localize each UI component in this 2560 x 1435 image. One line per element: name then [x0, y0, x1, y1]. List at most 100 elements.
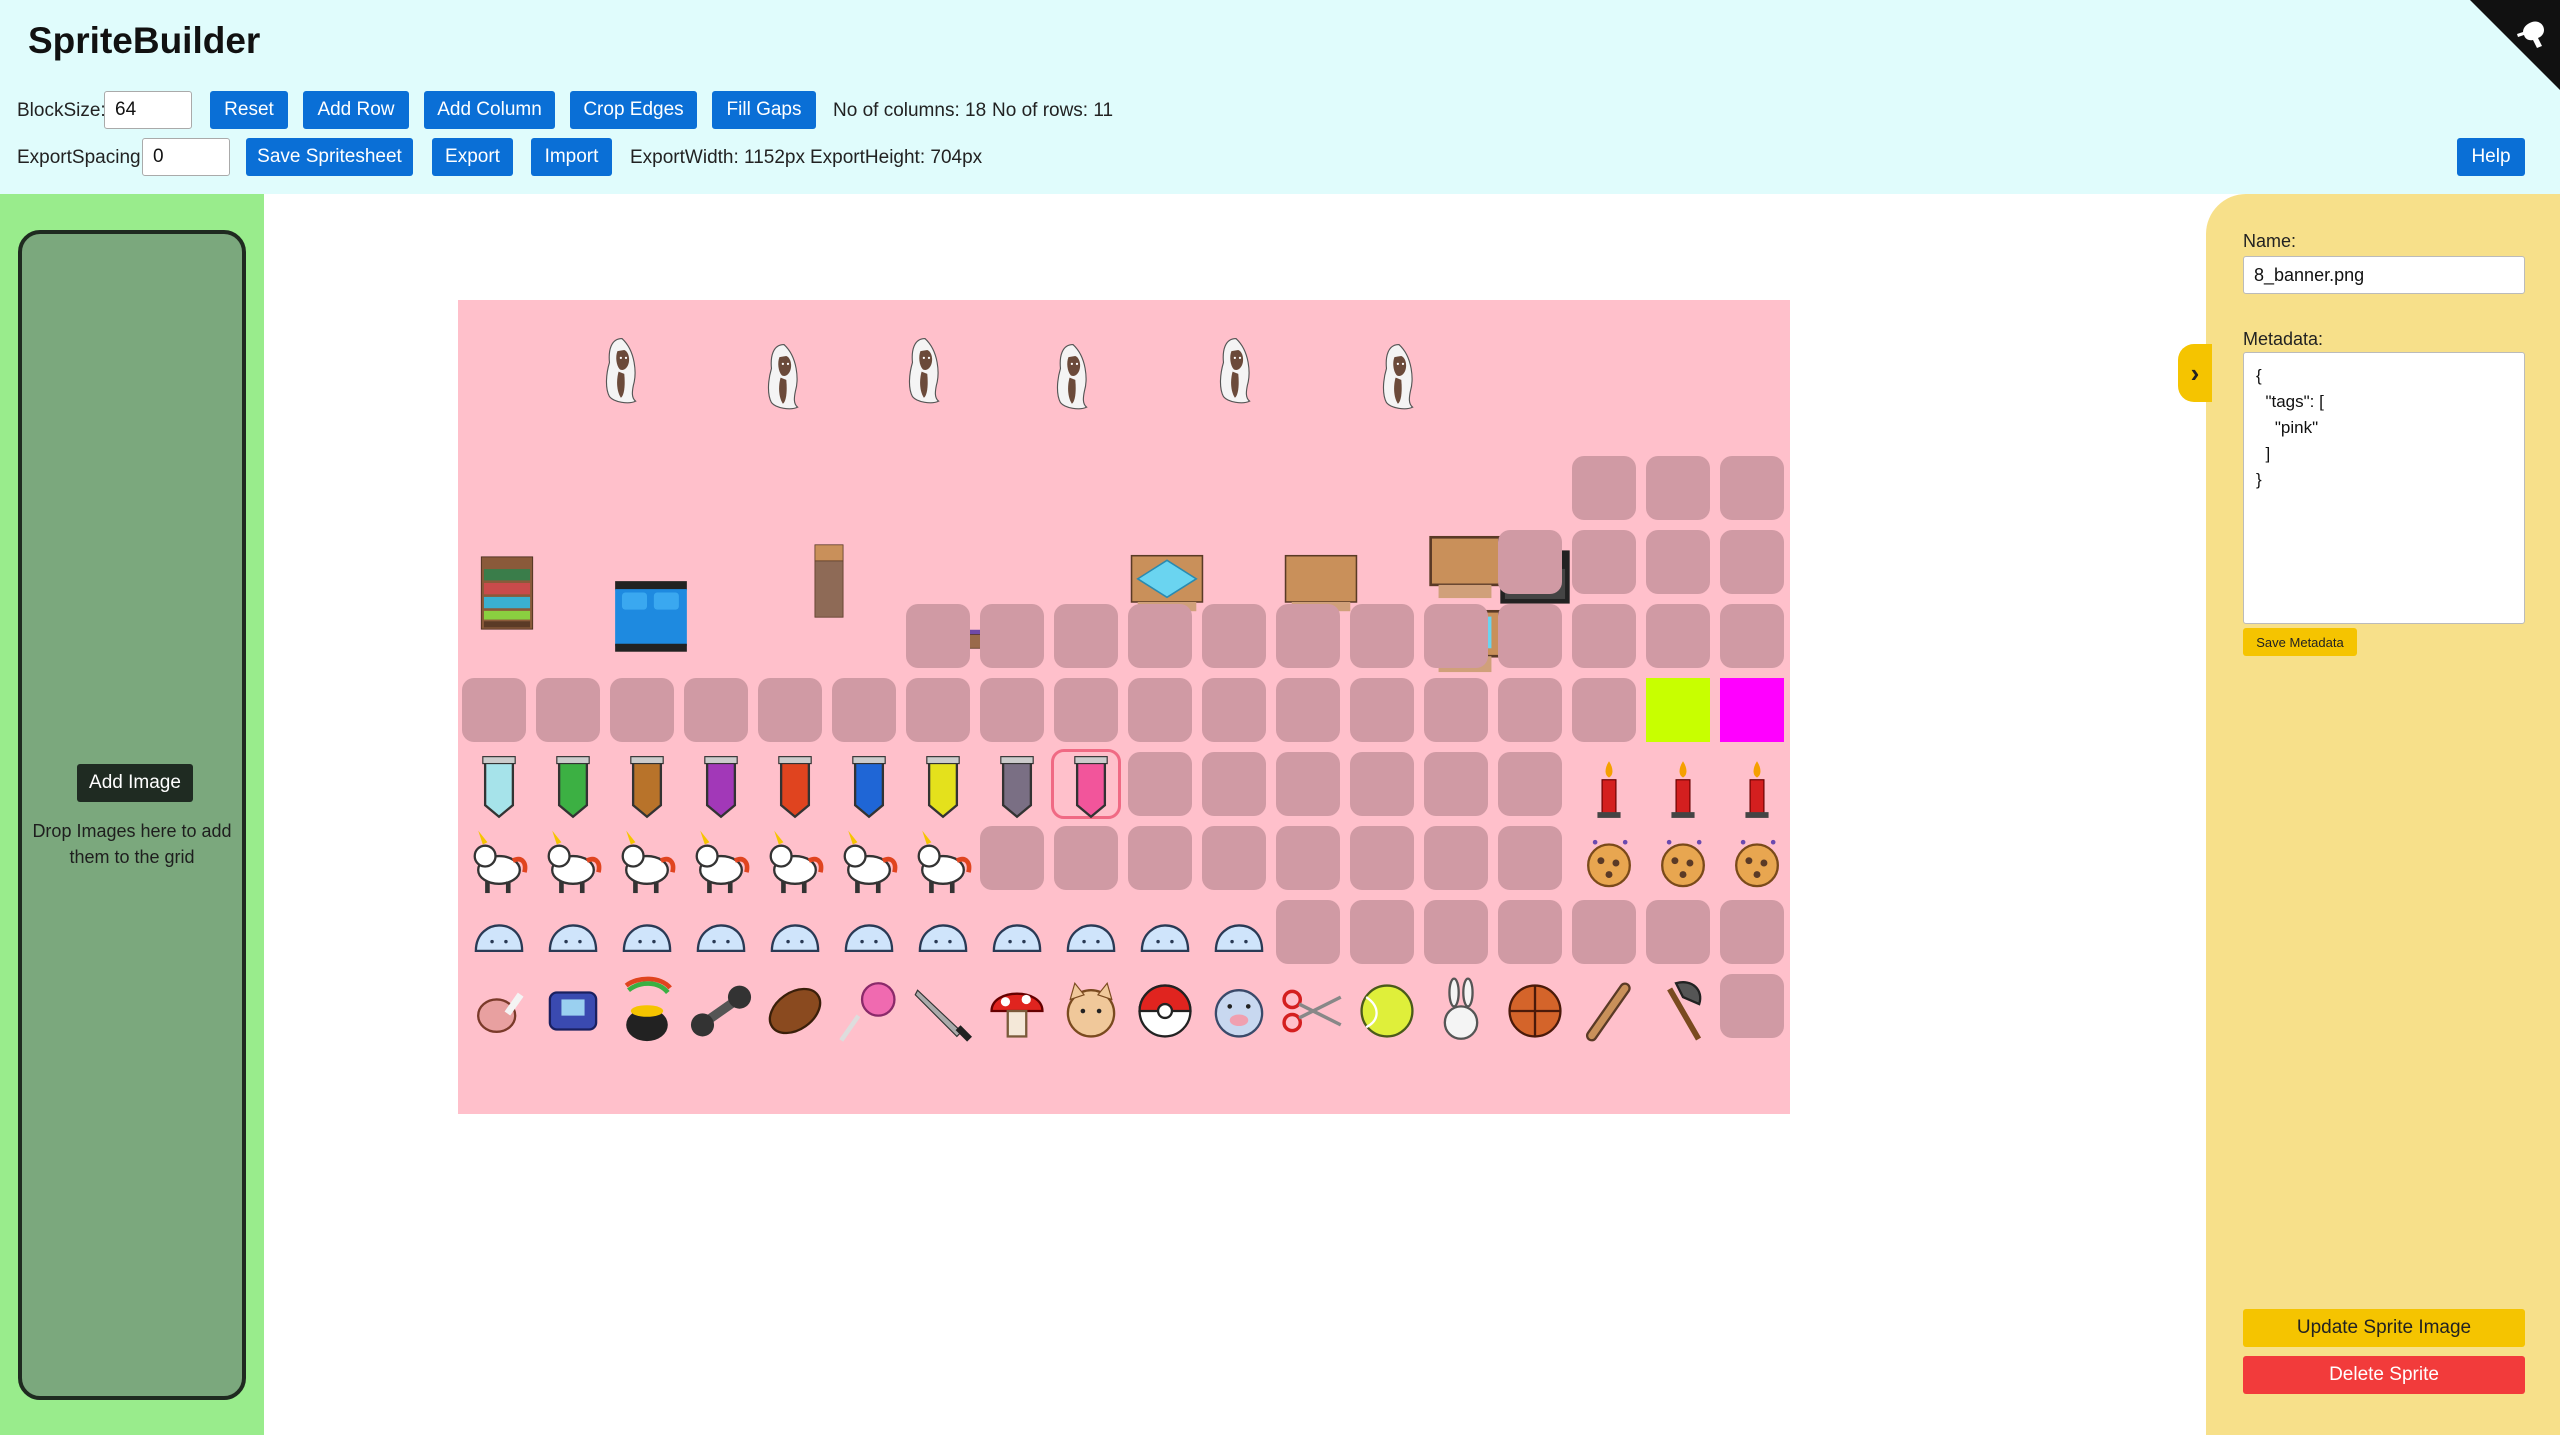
empty-cell[interactable] [1276, 826, 1340, 890]
empty-cell[interactable] [1350, 604, 1414, 668]
empty-cell[interactable] [1350, 678, 1414, 742]
unicorn-sprite[interactable] [832, 826, 898, 894]
empty-cell[interactable] [1498, 752, 1562, 816]
football-icon[interactable] [758, 974, 822, 1038]
empty-cell[interactable] [1054, 604, 1118, 668]
empty-cell[interactable] [1572, 678, 1636, 742]
empty-cell[interactable] [1128, 826, 1192, 890]
empty-cell[interactable] [1424, 678, 1488, 742]
cookie-sprite[interactable] [1720, 826, 1784, 890]
pokeball-icon[interactable] [1128, 974, 1192, 1038]
empty-cell[interactable] [610, 678, 674, 742]
empty-cell[interactable] [1646, 900, 1710, 964]
bunny-icon[interactable] [1424, 974, 1488, 1040]
update-sprite-image-button[interactable]: Update Sprite Image [2243, 1309, 2525, 1347]
empty-cell[interactable] [1128, 678, 1192, 742]
empty-cell[interactable] [1350, 826, 1414, 890]
drop-zone[interactable]: Add Image Drop Images here to add them t… [18, 230, 246, 1400]
empty-cell[interactable] [1276, 752, 1340, 816]
slime-sprite[interactable] [536, 900, 600, 964]
banner-sprite[interactable] [906, 752, 970, 819]
banner-sprite[interactable] [610, 752, 674, 819]
color-block-lime[interactable] [1646, 678, 1710, 742]
pot-of-gold-icon[interactable] [610, 974, 674, 1042]
nightstand-sprite[interactable] [1428, 532, 1501, 599]
ghost-sprite[interactable] [1362, 340, 1442, 470]
ghost-sprite[interactable] [1199, 334, 1279, 464]
empty-cell[interactable] [1054, 826, 1118, 890]
knife-icon[interactable] [906, 974, 972, 1042]
fill-gaps-button[interactable]: Fill Gaps [712, 91, 816, 129]
empty-cell[interactable] [1498, 826, 1562, 890]
slime-sprite[interactable] [1054, 900, 1118, 964]
lollipop-icon[interactable] [832, 974, 896, 1042]
candle-sprite[interactable] [1646, 752, 1710, 818]
banner-sprite[interactable] [980, 752, 1044, 819]
ghost-sprite[interactable] [888, 334, 968, 464]
delete-sprite-button[interactable]: Delete Sprite [2243, 1356, 2525, 1394]
slime-sprite[interactable] [758, 900, 822, 964]
slime-sprite[interactable] [906, 900, 970, 964]
empty-cell[interactable] [1498, 604, 1562, 668]
empty-cell[interactable] [1424, 604, 1488, 668]
basketball-icon[interactable] [1498, 974, 1562, 1038]
unicorn-sprite[interactable] [462, 826, 528, 894]
empty-cell[interactable] [1276, 604, 1340, 668]
empty-cell[interactable] [1424, 900, 1488, 964]
empty-cell[interactable] [1720, 974, 1784, 1038]
empty-cell[interactable] [1202, 752, 1266, 816]
slime-sprite[interactable] [832, 900, 896, 964]
tennis-ball-icon[interactable] [1350, 974, 1414, 1038]
empty-cell[interactable] [758, 678, 822, 742]
metadata-textarea[interactable]: { "tags": [ "pink" ] } [2243, 352, 2525, 624]
save-spritesheet-button[interactable]: Save Spritesheet [246, 138, 413, 176]
empty-cell[interactable] [1720, 456, 1784, 520]
empty-cell[interactable] [1276, 678, 1340, 742]
empty-cell[interactable] [1572, 456, 1636, 520]
help-button[interactable]: Help [2457, 138, 2525, 176]
reset-button[interactable]: Reset [210, 91, 288, 129]
unicorn-sprite[interactable] [906, 826, 972, 894]
slime-sprite[interactable] [1202, 900, 1266, 964]
empty-cell[interactable] [1128, 752, 1192, 816]
gameboy-icon[interactable] [536, 974, 600, 1038]
ghost-sprite[interactable] [1036, 340, 1116, 470]
empty-cell[interactable] [980, 826, 1044, 890]
empty-cell[interactable] [1646, 456, 1710, 520]
github-corner-icon[interactable] [2470, 0, 2560, 90]
unicorn-sprite[interactable] [758, 826, 824, 894]
scissors-icon[interactable] [1276, 974, 1342, 1038]
empty-cell[interactable] [1572, 900, 1636, 964]
empty-cell[interactable] [1572, 604, 1636, 668]
axe-icon[interactable] [1646, 974, 1710, 1041]
crop-edges-button[interactable]: Crop Edges [570, 91, 697, 129]
ghost-sprite[interactable] [747, 340, 827, 470]
cookie-sprite[interactable] [1572, 826, 1636, 890]
empty-cell[interactable] [1498, 678, 1562, 742]
empty-cell[interactable] [1720, 604, 1784, 668]
empty-cell[interactable] [1646, 530, 1710, 594]
empty-cell[interactable] [1276, 900, 1340, 964]
empty-cell[interactable] [1202, 826, 1266, 890]
slime-sprite[interactable] [1128, 900, 1192, 964]
unicorn-sprite[interactable] [610, 826, 676, 894]
export-spacing-input[interactable] [142, 138, 230, 176]
empty-cell[interactable] [906, 604, 970, 668]
banner-sprite[interactable] [536, 752, 600, 819]
chevron-right-icon[interactable]: › [2178, 344, 2212, 402]
empty-cell[interactable] [906, 678, 970, 742]
add-row-button[interactable]: Add Row [303, 91, 409, 129]
cookie-sprite[interactable] [1646, 826, 1710, 890]
bat-icon[interactable] [1572, 974, 1636, 1042]
candle-sprite[interactable] [1572, 752, 1636, 818]
empty-cell[interactable] [1720, 900, 1784, 964]
candle-sprite[interactable] [1720, 752, 1784, 818]
ham-icon[interactable] [462, 974, 526, 1038]
export-button[interactable]: Export [432, 138, 513, 176]
add-image-button[interactable]: Add Image [77, 764, 193, 802]
empty-cell[interactable] [1424, 826, 1488, 890]
empty-cell[interactable] [1646, 604, 1710, 668]
banner-sprite[interactable] [832, 752, 896, 819]
empty-cell[interactable] [1054, 678, 1118, 742]
unicorn-sprite[interactable] [536, 826, 602, 894]
